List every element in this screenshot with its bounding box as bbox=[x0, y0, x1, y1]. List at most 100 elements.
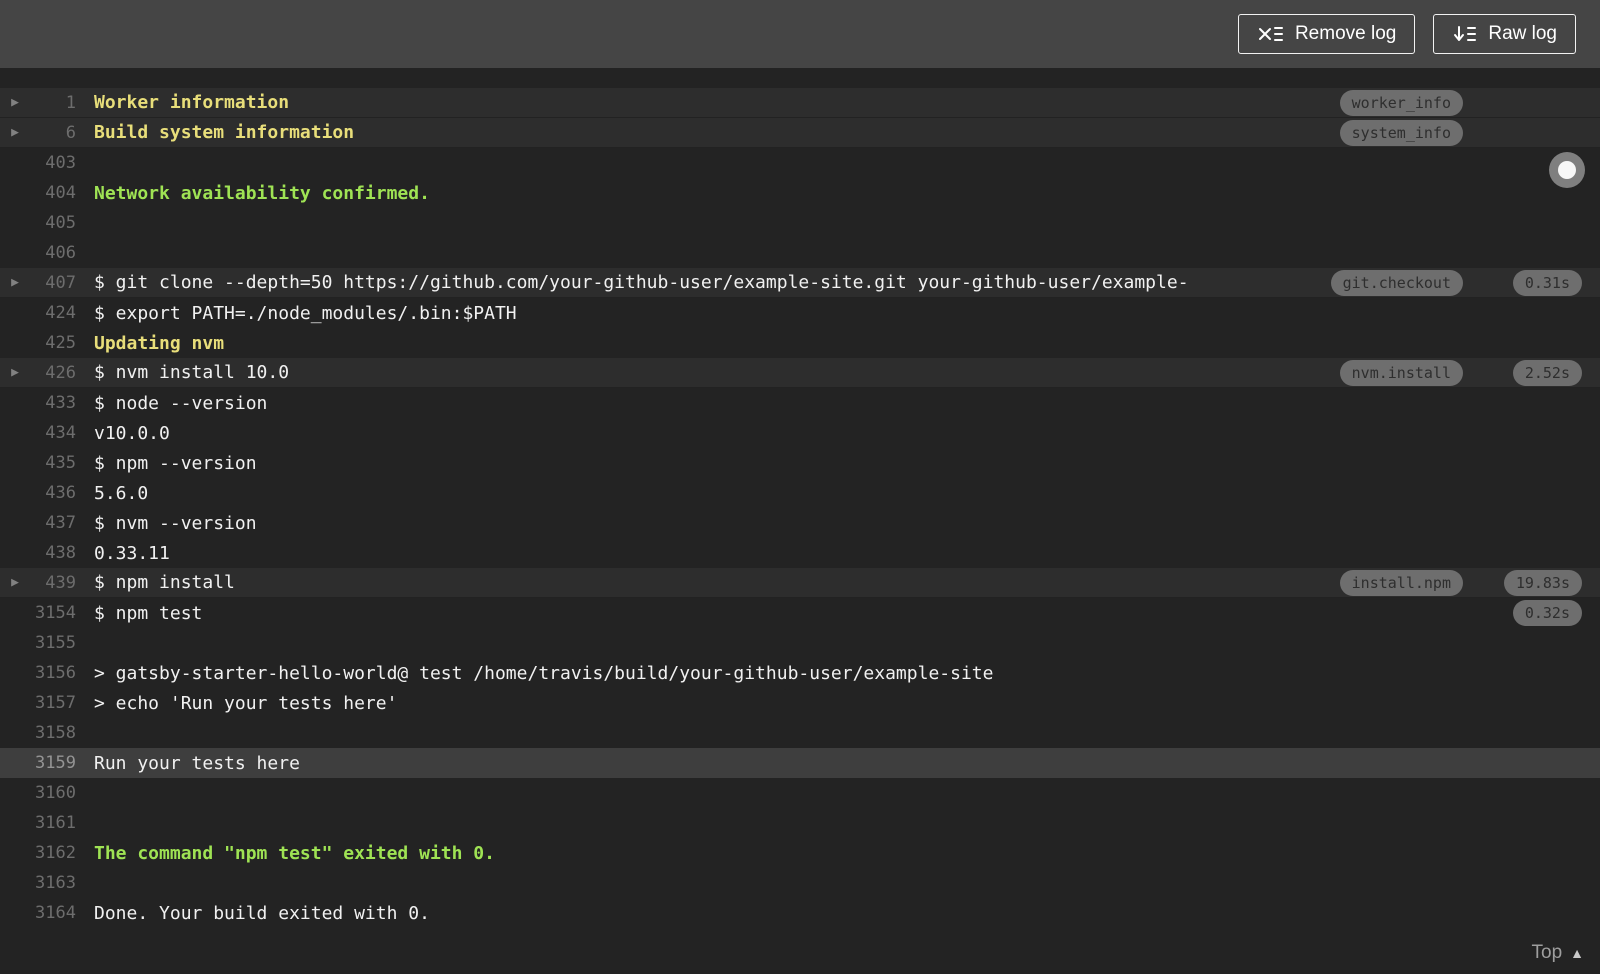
log-row: 425 Updating nvm bbox=[0, 328, 1600, 358]
line-number[interactable]: 3156 bbox=[30, 663, 76, 683]
log-row: 3160 bbox=[0, 778, 1600, 808]
log-line-text: $ npm test bbox=[94, 602, 203, 624]
line-number[interactable]: 3157 bbox=[30, 693, 76, 713]
build-log: ▶ 1 Worker information worker_info ▶ 6 B… bbox=[0, 68, 1600, 974]
log-row: ▶ 439 $ npm install install.npm 19.83s bbox=[0, 568, 1600, 598]
fold-tag-badge: install.npm bbox=[1339, 570, 1463, 596]
line-number[interactable]: 407 bbox=[30, 273, 76, 293]
fold-tag-badge: worker_info bbox=[1339, 90, 1463, 116]
remove-log-button[interactable]: Remove log bbox=[1237, 14, 1416, 54]
log-line-text: v10.0.0 bbox=[94, 422, 170, 444]
line-number[interactable]: 3154 bbox=[30, 603, 76, 623]
duration-badge: 0.32s bbox=[1512, 600, 1582, 626]
line-number[interactable]: 436 bbox=[30, 483, 76, 503]
line-number[interactable]: 3164 bbox=[30, 903, 76, 923]
log-row: 424 $ export PATH=./node_modules/.bin:$P… bbox=[0, 298, 1600, 328]
line-number[interactable]: 3162 bbox=[30, 843, 76, 863]
log-row: 3154 $ npm test 0.32s bbox=[0, 598, 1600, 628]
log-line-text: $ nvm install 10.0 bbox=[94, 362, 290, 383]
log-row: 434 v10.0.0 bbox=[0, 418, 1600, 448]
line-number[interactable]: 1 bbox=[30, 93, 76, 113]
log-line-text: Done. Your build exited with 0. bbox=[94, 902, 430, 924]
fold-toggle-icon[interactable]: ▶ bbox=[0, 95, 30, 110]
log-row: 404 Network availability confirmed. bbox=[0, 178, 1600, 208]
line-number[interactable]: 405 bbox=[30, 213, 76, 233]
log-row: 3158 bbox=[0, 718, 1600, 748]
log-row: 437 $ nvm --version bbox=[0, 508, 1600, 538]
log-line-text: $ git clone --depth=50 https://github.co… bbox=[94, 272, 1189, 293]
log-line-text: Build system information bbox=[94, 122, 355, 143]
scroll-to-top-link[interactable]: Top ▲ bbox=[1532, 942, 1585, 964]
log-line-text: > echo 'Run your tests here' bbox=[94, 692, 398, 714]
log-line-text: $ nvm --version bbox=[94, 512, 257, 534]
line-number[interactable]: 437 bbox=[30, 513, 76, 533]
log-row: 3163 bbox=[0, 868, 1600, 898]
log-line-text: 0.33.11 bbox=[94, 542, 170, 564]
log-line-text: 5.6.0 bbox=[94, 482, 149, 504]
log-line-text: $ node --version bbox=[94, 392, 268, 414]
remove-log-label: Remove log bbox=[1294, 23, 1397, 44]
log-row: 3155 bbox=[0, 628, 1600, 658]
log-row: 3156 > gatsby-starter-hello-world@ test … bbox=[0, 658, 1600, 688]
log-line-text: Worker information bbox=[94, 92, 290, 113]
raw-log-button[interactable]: Raw log bbox=[1433, 14, 1576, 54]
line-number[interactable]: 439 bbox=[30, 573, 76, 593]
log-row: 436 5.6.0 bbox=[0, 478, 1600, 508]
log-line-text: Updating nvm bbox=[94, 332, 225, 354]
log-row: ▶ 407 $ git clone --depth=50 https://git… bbox=[0, 268, 1600, 298]
duration-badge: 2.52s bbox=[1512, 360, 1582, 386]
log-row: 3162 The command "npm test" exited with … bbox=[0, 838, 1600, 868]
line-number[interactable]: 404 bbox=[30, 183, 76, 203]
line-number[interactable]: 433 bbox=[30, 393, 76, 413]
toolbar: Remove log Raw log bbox=[0, 0, 1600, 68]
log-line-text: $ export PATH=./node_modules/.bin:$PATH bbox=[94, 302, 517, 324]
top-link-label: Top bbox=[1531, 942, 1563, 963]
log-line-text: Network availability confirmed. bbox=[94, 182, 430, 204]
line-number[interactable]: 403 bbox=[30, 153, 76, 173]
duration-badge: 0.31s bbox=[1512, 270, 1582, 296]
line-number[interactable]: 425 bbox=[30, 333, 76, 353]
line-number[interactable]: 3155 bbox=[30, 633, 76, 653]
log-row: 403 bbox=[0, 148, 1600, 178]
log-row: 406 bbox=[0, 238, 1600, 268]
fold-toggle-icon[interactable]: ▶ bbox=[0, 275, 30, 290]
log-row: 405 bbox=[0, 208, 1600, 238]
line-number[interactable]: 6 bbox=[30, 123, 76, 143]
fold-tag-badge: git.checkout bbox=[1330, 270, 1463, 296]
log-row: 433 $ node --version bbox=[0, 388, 1600, 418]
fold-toggle-icon[interactable]: ▶ bbox=[0, 125, 30, 140]
line-number[interactable]: 426 bbox=[30, 363, 76, 383]
log-row: ▶ 6 Build system information system_info bbox=[0, 118, 1600, 148]
log-row: 435 $ npm --version bbox=[0, 448, 1600, 478]
line-number[interactable]: 3158 bbox=[30, 723, 76, 743]
line-number[interactable]: 406 bbox=[30, 243, 76, 263]
remove-log-icon bbox=[1257, 24, 1285, 44]
log-row: 3164 Done. Your build exited with 0. bbox=[0, 898, 1600, 928]
line-number[interactable]: 3159 bbox=[30, 753, 76, 773]
line-number[interactable]: 435 bbox=[30, 453, 76, 473]
line-number[interactable]: 3160 bbox=[30, 783, 76, 803]
raw-log-icon bbox=[1452, 24, 1478, 44]
log-line-text: Run your tests here bbox=[94, 752, 300, 774]
log-row: 3161 bbox=[0, 808, 1600, 838]
line-number[interactable]: 438 bbox=[30, 543, 76, 563]
log-line-text: > gatsby-starter-hello-world@ test /home… bbox=[94, 662, 994, 684]
fold-toggle-icon[interactable]: ▶ bbox=[0, 575, 30, 590]
line-number[interactable]: 3161 bbox=[30, 813, 76, 833]
fold-tag-badge: nvm.install bbox=[1339, 360, 1463, 386]
line-number[interactable]: 424 bbox=[30, 303, 76, 323]
log-row: 438 0.33.11 bbox=[0, 538, 1600, 568]
log-line-text: The command "npm test" exited with 0. bbox=[94, 842, 495, 864]
fold-toggle-icon[interactable]: ▶ bbox=[0, 365, 30, 380]
line-number[interactable]: 3163 bbox=[30, 873, 76, 893]
log-row: ▶ 1 Worker information worker_info bbox=[0, 88, 1600, 118]
duration-badge: 19.83s bbox=[1503, 570, 1582, 596]
log-row: 3159 Run your tests here bbox=[0, 748, 1600, 778]
log-row: ▶ 426 $ nvm install 10.0 nvm.install 2.52… bbox=[0, 358, 1600, 388]
line-number[interactable]: 434 bbox=[30, 423, 76, 443]
fold-tag-badge: system_info bbox=[1339, 120, 1463, 146]
log-line-text: $ npm install bbox=[94, 572, 235, 593]
caret-up-icon: ▲ bbox=[1570, 945, 1584, 961]
log-line-text: $ npm --version bbox=[94, 452, 257, 474]
log-row: 3157 > echo 'Run your tests here' bbox=[0, 688, 1600, 718]
